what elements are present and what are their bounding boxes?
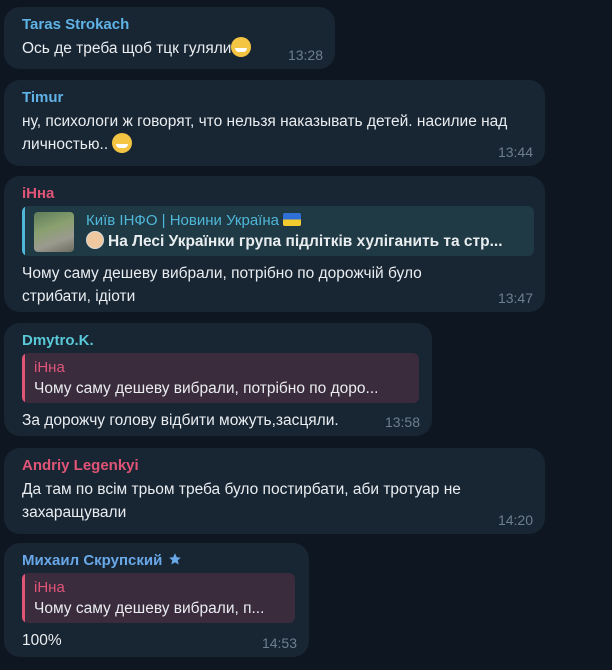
sweat-smile-emoji-icon — [112, 133, 133, 153]
sender-name[interactable]: іНна — [22, 185, 531, 202]
preview-thumbnail — [34, 212, 74, 252]
message-time: 14:53 — [261, 635, 297, 651]
sender-name[interactable]: Timur — [22, 89, 531, 106]
message-text: Да там по всім трьом треба було постирба… — [22, 481, 461, 521]
man-emoji-icon — [86, 231, 104, 249]
message-text: За дорожчу голову відбити можуть,засцяли… — [22, 412, 339, 429]
message-text: ну, психологи ж говорят, что нельзя нака… — [22, 110, 522, 156]
grinning-emoji-icon — [231, 37, 252, 57]
premium-star-icon[interactable] — [168, 552, 182, 566]
forwarded-preview[interactable]: Київ ІНФО | Новини Україна На Лесі Украї… — [22, 206, 534, 256]
preview-title-text: На Лесі Українки група підлітків хуліган… — [108, 233, 503, 250]
sender-name[interactable]: Andriy Legenkyi — [22, 457, 531, 474]
sender-name-text: Михаил Скрупский — [22, 552, 163, 569]
reply-author: іНна — [34, 579, 65, 596]
message-bubble[interactable]: Andriy Legenkyi Да там по всім трьом тре… — [4, 448, 545, 534]
reply-preview[interactable]: іНна Чому саму дешеву вибрали, потрібно … — [22, 353, 419, 403]
preview-title: На Лесі Українки група підлітків хуліган… — [86, 231, 524, 253]
message-time: 13:28 — [287, 47, 323, 63]
message-bubble[interactable]: Михаил Скрупский іНна Чому саму дешеву в… — [4, 543, 309, 657]
sender-name[interactable]: Михаил Скрупский — [22, 552, 295, 569]
message-time: 13:44 — [497, 144, 533, 160]
message-time: 14:20 — [497, 512, 533, 528]
channel-name: Київ ІНФО | Новини Україна — [86, 210, 524, 231]
message-text: Ось де треба щоб тцк гуляли — [22, 37, 321, 60]
sender-name[interactable]: Dmytro.K. — [22, 332, 418, 349]
message-bubble[interactable]: іНна Київ ІНФО | Новини Україна На Лесі … — [4, 176, 545, 312]
reply-preview[interactable]: іНна Чому саму дешеву вибрали, п... — [22, 573, 295, 623]
message-text-content: Ось де треба щоб тцк гуляли — [22, 40, 232, 57]
reply-text: Чому саму дешеву вибрали, потрібно по до… — [34, 380, 379, 397]
message-text: 100% — [22, 632, 62, 649]
message-bubble[interactable]: Timur ну, психологи ж говорят, что нельз… — [4, 80, 545, 166]
message-time: 13:58 — [384, 414, 420, 430]
channel-name-text: Київ ІНФО | Новини Україна — [86, 212, 279, 229]
reply-text: Чому саму дешеву вибрали, п... — [34, 600, 265, 617]
ukraine-flag-icon — [283, 213, 302, 226]
message-bubble[interactable]: Dmytro.K. іНна Чому саму дешеву вибрали,… — [4, 323, 432, 436]
message-text-content: ну, психологи ж говорят, что нельзя нака… — [22, 113, 508, 153]
sender-name[interactable]: Taras Strokach — [22, 16, 321, 33]
message-time: 13:47 — [497, 290, 533, 306]
message-bubble[interactable]: Taras Strokach Ось де треба щоб тцк гуля… — [4, 7, 335, 69]
reply-author: іНна — [34, 359, 65, 376]
message-text: Чому саму дешеву вибрали, потрібно по до… — [22, 265, 422, 305]
